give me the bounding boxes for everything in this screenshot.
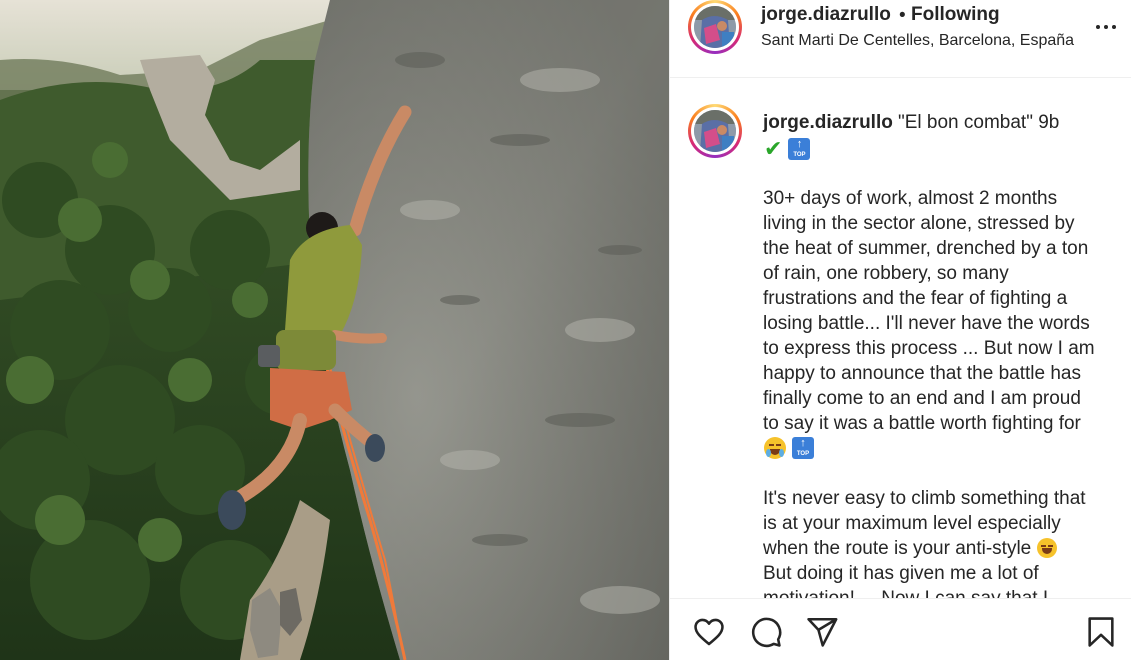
comment-icon[interactable]: [749, 615, 783, 649]
caption-paragraph-2: It's never easy to climb something that …: [763, 488, 1086, 598]
more-options-icon[interactable]: [1095, 18, 1119, 36]
story-ring-avatar[interactable]: [688, 0, 742, 54]
profile-avatar: [694, 110, 736, 152]
post-side-panel: jorge.diazrullo • Following Sant Marti D…: [669, 0, 1131, 660]
location-link[interactable]: Sant Marti De Centelles, Barcelona, Espa…: [761, 32, 1074, 50]
header-username[interactable]: jorge.diazrullo: [761, 4, 891, 26]
follow-separator: •: [899, 5, 906, 26]
post-action-bar: [670, 598, 1131, 661]
crying-face-emoji: [764, 437, 786, 459]
following-button[interactable]: Following: [911, 4, 1000, 26]
post-header: jorge.diazrullo • Following Sant Marti D…: [670, 0, 1131, 78]
caption-avatar[interactable]: [688, 104, 742, 158]
caption-paragraph-1: 30+ days of work, almost 2 months living…: [763, 188, 1095, 434]
caption-title: "El bon combat" 9b: [898, 112, 1060, 133]
top-arrow-emoji: ↑ TOP: [792, 437, 814, 459]
heart-icon[interactable]: [692, 615, 726, 649]
paragraph-emoji-row: ↑ TOP: [764, 437, 814, 459]
climbing-photo-image: [0, 0, 669, 660]
top-arrow-emoji: ↑ TOP: [788, 138, 811, 160]
post-caption: jorge.diazrullo "El bon combat" 9b ✔ ↑ T…: [670, 78, 1131, 598]
check-mark-emoji: ✔: [764, 136, 783, 161]
sweat-smile-emoji: [1036, 538, 1057, 558]
profile-avatar: [694, 6, 736, 48]
caption-username[interactable]: jorge.diazrullo: [763, 112, 893, 134]
bookmark-icon[interactable]: [1084, 615, 1118, 649]
post-photo[interactable]: [0, 0, 669, 660]
title-emoji-row: ✔ ↑ TOP: [764, 136, 811, 161]
share-icon[interactable]: [805, 615, 839, 649]
